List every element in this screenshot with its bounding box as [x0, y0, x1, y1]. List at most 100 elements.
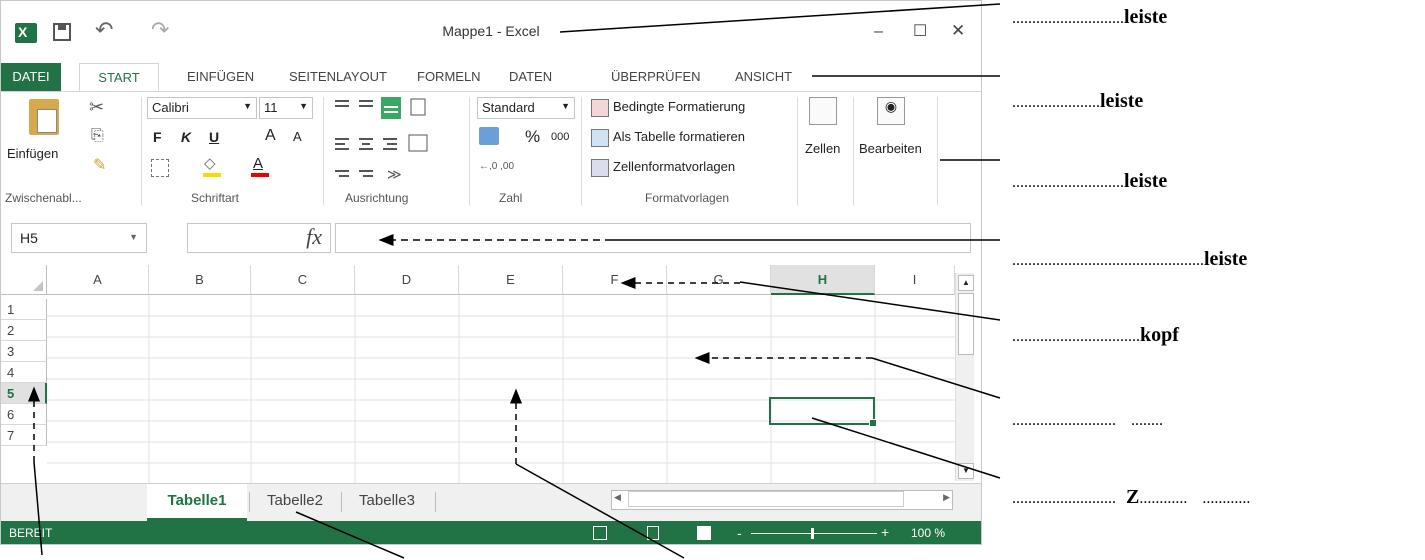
- selected-cell[interactable]: [769, 397, 877, 427]
- column-header-f[interactable]: F: [563, 265, 667, 295]
- sheet-tab-tabelle3[interactable]: Tabelle3: [343, 484, 431, 518]
- minimize-button[interactable]: –: [874, 23, 883, 41]
- scroll-down-button[interactable]: ▼: [958, 463, 974, 479]
- sheet-tab-tabelle1[interactable]: Tabelle1: [147, 484, 247, 521]
- tab-start[interactable]: START: [79, 63, 159, 91]
- tab-seitenlayout[interactable]: SEITENLAYOUT: [289, 63, 387, 91]
- column-header-b[interactable]: B: [149, 265, 251, 295]
- font-color-icon[interactable]: A: [249, 155, 271, 177]
- title-bar: X ↶ ↷ Mappe1 - Excel – ☐ ✕: [1, 1, 981, 63]
- row-header-4[interactable]: 4: [1, 362, 47, 383]
- copy-icon[interactable]: ⎘: [91, 127, 104, 145]
- format-as-table-icon[interactable]: [591, 129, 609, 147]
- column-header-a[interactable]: A: [47, 265, 149, 295]
- row-header-1[interactable]: 1: [1, 299, 47, 320]
- annotation-label-2: ......................leiste: [1012, 90, 1144, 112]
- cells-icon[interactable]: [809, 97, 837, 125]
- scroll-right-button[interactable]: ▶: [943, 492, 950, 503]
- scroll-up-button[interactable]: ▲: [958, 275, 974, 291]
- select-all-corner[interactable]: [1, 265, 47, 295]
- fill-handle[interactable]: [869, 419, 877, 427]
- paste-label[interactable]: Einfügen: [7, 146, 58, 161]
- tab-daten[interactable]: DATEN: [509, 63, 552, 91]
- increase-decimal-button[interactable]: ←,0 ,00: [479, 161, 514, 172]
- bold-button[interactable]: F: [153, 129, 162, 145]
- worksheet-grid[interactable]: A B C D E F G H I 1 2 3 4 5 6 7 ▲ ▼: [1, 265, 981, 483]
- number-format-select[interactable]: Standard ▼: [477, 97, 575, 119]
- window-title: Mappe1 - Excel: [442, 23, 540, 39]
- excel-window: X ↶ ↷ Mappe1 - Excel – ☐ ✕ DATEI START E…: [0, 0, 982, 545]
- close-button[interactable]: ✕: [951, 21, 965, 41]
- thousands-button[interactable]: 000: [551, 131, 569, 143]
- maximize-button[interactable]: ☐: [913, 21, 927, 41]
- font-size-select[interactable]: 11 ▼: [259, 97, 313, 119]
- zoom-slider-thumb[interactable]: [811, 528, 814, 539]
- format-as-table-button[interactable]: Als Tabelle formatieren: [613, 129, 745, 144]
- format-painter-icon[interactable]: ✎: [93, 155, 106, 175]
- formula-buttons: fx: [187, 223, 331, 253]
- horizontal-scrollbar[interactable]: ◀ ▶: [611, 490, 953, 510]
- font-family-select[interactable]: Calibri ▼: [147, 97, 257, 119]
- row-header-5[interactable]: 5: [1, 383, 47, 404]
- tab-ansicht[interactable]: ANSICHT: [735, 63, 792, 91]
- grow-font-button[interactable]: A: [265, 127, 276, 145]
- zoom-slider[interactable]: [751, 528, 877, 539]
- formula-input[interactable]: [335, 223, 971, 253]
- column-header-d[interactable]: D: [355, 265, 459, 295]
- zoom-out-button[interactable]: -: [737, 525, 742, 541]
- conditional-format-button[interactable]: Bedingte Formatierung: [613, 99, 745, 114]
- row-header-6[interactable]: 6: [1, 404, 47, 425]
- annotation-label-6: .......................... ........: [1012, 412, 1163, 429]
- conditional-format-icon[interactable]: [591, 99, 609, 117]
- shrink-font-button[interactable]: A: [293, 129, 302, 144]
- column-header-i[interactable]: I: [875, 265, 955, 295]
- alignment-buttons[interactable]: ≫: [331, 97, 461, 187]
- scroll-left-button[interactable]: ◀: [614, 492, 621, 503]
- scroll-thumb[interactable]: [958, 293, 974, 355]
- fill-color-icon[interactable]: ◇: [201, 155, 221, 177]
- editing-button[interactable]: Bearbeiten: [859, 141, 922, 156]
- number-group-label: Zahl: [499, 191, 523, 205]
- vertical-scrollbar[interactable]: ▲ ▼: [955, 273, 974, 481]
- formula-bar: H5 ▼ fx: [1, 209, 981, 265]
- styles-group-label: Formatvorlagen: [645, 191, 730, 205]
- row-header-3[interactable]: 3: [1, 341, 47, 362]
- annotation-label-3: ............................leiste: [1012, 170, 1168, 192]
- tab-formeln[interactable]: FORMELN: [417, 63, 481, 91]
- binoculars-icon[interactable]: ◉: [877, 97, 905, 125]
- status-mode: BEREIT: [9, 526, 53, 540]
- horizontal-scroll-thumb[interactable]: [628, 491, 904, 507]
- cut-icon[interactable]: ✂: [89, 97, 104, 118]
- column-header-c[interactable]: C: [251, 265, 355, 295]
- normal-view-icon[interactable]: [593, 526, 607, 540]
- zoom-level[interactable]: 100 %: [911, 526, 945, 540]
- ribbon-tabs: DATEI START EINFÜGEN SEITENLAYOUT FORMEL…: [1, 63, 981, 92]
- page-layout-view-icon[interactable]: [647, 526, 659, 540]
- currency-icon[interactable]: [479, 127, 499, 145]
- tab-einfuegen[interactable]: EINFÜGEN: [187, 63, 254, 91]
- tab-ueberpruefen[interactable]: ÜBERPRÜFEN: [611, 63, 701, 91]
- column-header-h[interactable]: H: [771, 265, 875, 295]
- page-break-view-icon[interactable]: [697, 526, 711, 540]
- status-bar: BEREIT - + 100 %: [1, 521, 981, 544]
- fx-button[interactable]: fx: [306, 224, 322, 250]
- column-header-g[interactable]: G: [667, 265, 771, 295]
- underline-button[interactable]: U: [209, 129, 219, 145]
- cell-styles-icon[interactable]: [591, 159, 609, 177]
- italic-button[interactable]: K: [181, 129, 191, 145]
- sheet-tabs-bar: Tabelle1 Tabelle2 Tabelle3 ◀ ▶: [1, 483, 981, 522]
- tab-datei[interactable]: DATEI: [1, 63, 61, 91]
- percent-button[interactable]: %: [525, 127, 540, 147]
- ribbon: Einfügen ✂ ⎘ ✎ Zwischenabl... Calibri ▼ 1…: [1, 91, 981, 210]
- row-header-7[interactable]: 7: [1, 425, 47, 446]
- zoom-in-button[interactable]: +: [881, 524, 889, 540]
- border-icon[interactable]: [151, 159, 169, 177]
- name-box[interactable]: H5 ▼: [11, 223, 147, 253]
- column-header-e[interactable]: E: [459, 265, 563, 295]
- cell-styles-button[interactable]: Zellenformatvorlagen: [613, 159, 735, 174]
- cells-button[interactable]: Zellen: [805, 141, 840, 156]
- row-header-2[interactable]: 2: [1, 320, 47, 341]
- paste-icon[interactable]: [29, 99, 59, 135]
- sheet-tab-tabelle2[interactable]: Tabelle2: [251, 484, 339, 518]
- annotation-label-7: .......................... Z............…: [1012, 486, 1251, 508]
